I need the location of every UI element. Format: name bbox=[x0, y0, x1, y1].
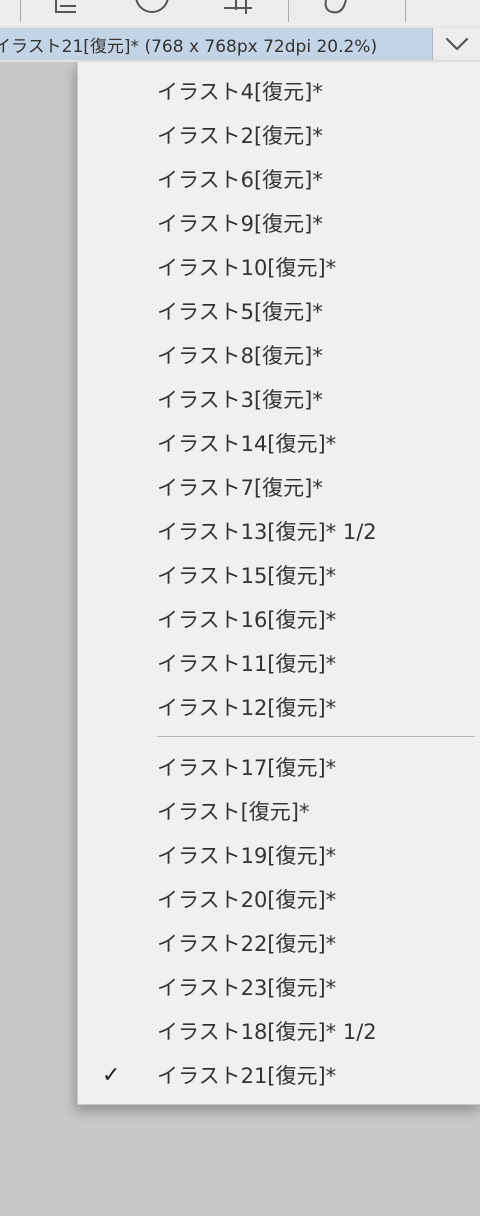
menu-item-label: イラスト9[復元]* bbox=[157, 212, 323, 236]
crop-icon[interactable] bbox=[48, 0, 88, 22]
menu-item-label: イラスト[復元]* bbox=[157, 800, 310, 824]
circle-icon[interactable] bbox=[130, 0, 170, 22]
menu-item-label: イラスト14[復元]* bbox=[157, 432, 337, 456]
menu-item[interactable]: イラスト3[復元]* bbox=[78, 378, 480, 422]
menu-item[interactable]: イラスト7[復元]* bbox=[78, 466, 480, 510]
menu-divider bbox=[157, 736, 475, 737]
menu-item[interactable]: イラスト[復元]* bbox=[78, 790, 480, 834]
toolbar bbox=[0, 0, 480, 27]
menu-item[interactable]: イラスト6[復元]* bbox=[78, 158, 480, 202]
menu-item[interactable]: イラスト19[復元]* bbox=[78, 834, 480, 878]
menu-item[interactable]: イラスト18[復元]* 1/2 bbox=[78, 1010, 480, 1054]
menu-item[interactable]: イラスト20[復元]* bbox=[78, 878, 480, 922]
menu-item-label: イラスト21[復元]* bbox=[157, 1064, 337, 1088]
document-selector-bar: イラスト21[復元]* (768 x 768px 72dpi 20.2%) bbox=[0, 26, 480, 62]
menu-item-label: イラスト18[復元]* 1/2 bbox=[157, 1020, 377, 1044]
menu-item[interactable]: イラスト17[復元]* bbox=[78, 746, 480, 790]
menu-item[interactable]: イラスト10[復元]* bbox=[78, 246, 480, 290]
menu-item-label: イラスト4[復元]* bbox=[157, 80, 323, 104]
menu-item[interactable]: イラスト2[復元]* bbox=[78, 114, 480, 158]
menu-item-label: イラスト11[復元]* bbox=[157, 652, 337, 676]
document-selector[interactable]: イラスト21[復元]* (768 x 768px 72dpi 20.2%) bbox=[0, 28, 433, 60]
menu-item[interactable]: イラスト13[復元]* 1/2 bbox=[78, 510, 480, 554]
menu-item-label: イラスト2[復元]* bbox=[157, 124, 323, 148]
toolbar-separator bbox=[288, 0, 289, 22]
grid-icon[interactable] bbox=[218, 0, 258, 22]
chevron-down-icon bbox=[445, 37, 468, 51]
menu-item-label: イラスト12[復元]* bbox=[157, 696, 337, 720]
menu-item-label: イラスト5[復元]* bbox=[157, 300, 323, 324]
toolbar-separator bbox=[405, 0, 406, 22]
menu-item-label: イラスト16[復元]* bbox=[157, 608, 337, 632]
chat-icon[interactable] bbox=[318, 0, 358, 22]
menu-item[interactable]: イラスト11[復元]* bbox=[78, 642, 480, 686]
menu-item[interactable]: イラスト23[復元]* bbox=[78, 966, 480, 1010]
menu-item[interactable]: イラスト9[復元]* bbox=[78, 202, 480, 246]
menu-item[interactable]: イラスト16[復元]* bbox=[78, 598, 480, 642]
menu-item-label: イラスト6[復元]* bbox=[157, 168, 323, 192]
menu-item[interactable]: イラスト5[復元]* bbox=[78, 290, 480, 334]
menu-item[interactable]: イラスト8[復元]* bbox=[78, 334, 480, 378]
menu-item-label: イラスト19[復元]* bbox=[157, 844, 337, 868]
menu-item[interactable]: イラスト4[復元]* bbox=[78, 70, 480, 114]
menu-item-label: イラスト7[復元]* bbox=[157, 476, 323, 500]
menu-item-label: イラスト8[復元]* bbox=[157, 344, 323, 368]
menu-item-label: イラスト17[復元]* bbox=[157, 756, 337, 780]
document-dropdown-button[interactable] bbox=[433, 28, 480, 60]
document-dropdown-menu: イラスト4[復元]* イラスト2[復元]* イラスト6[復元]* イラスト9[復… bbox=[77, 62, 480, 1105]
check-icon: ✓ bbox=[102, 1063, 121, 1088]
menu-item[interactable]: イラスト22[復元]* bbox=[78, 922, 480, 966]
menu-item-label: イラスト23[復元]* bbox=[157, 976, 337, 1000]
menu-item-checked[interactable]: ✓ イラスト21[復元]* bbox=[78, 1054, 480, 1098]
toolbar-separator bbox=[20, 0, 21, 22]
menu-item-label: イラスト15[復元]* bbox=[157, 564, 337, 588]
menu-item[interactable]: イラスト15[復元]* bbox=[78, 554, 480, 598]
document-selector-label: イラスト21[復元]* (768 x 768px 72dpi 20.2%) bbox=[0, 36, 378, 57]
menu-item-label: イラスト3[復元]* bbox=[157, 388, 323, 412]
menu-item-label: イラスト10[復元]* bbox=[157, 256, 337, 280]
menu-item[interactable]: イラスト12[復元]* bbox=[78, 686, 480, 730]
menu-item[interactable]: イラスト14[復元]* bbox=[78, 422, 480, 466]
menu-item-label: イラスト20[復元]* bbox=[157, 888, 337, 912]
menu-item-label: イラスト13[復元]* 1/2 bbox=[157, 520, 377, 544]
menu-item-label: イラスト22[復元]* bbox=[157, 932, 337, 956]
